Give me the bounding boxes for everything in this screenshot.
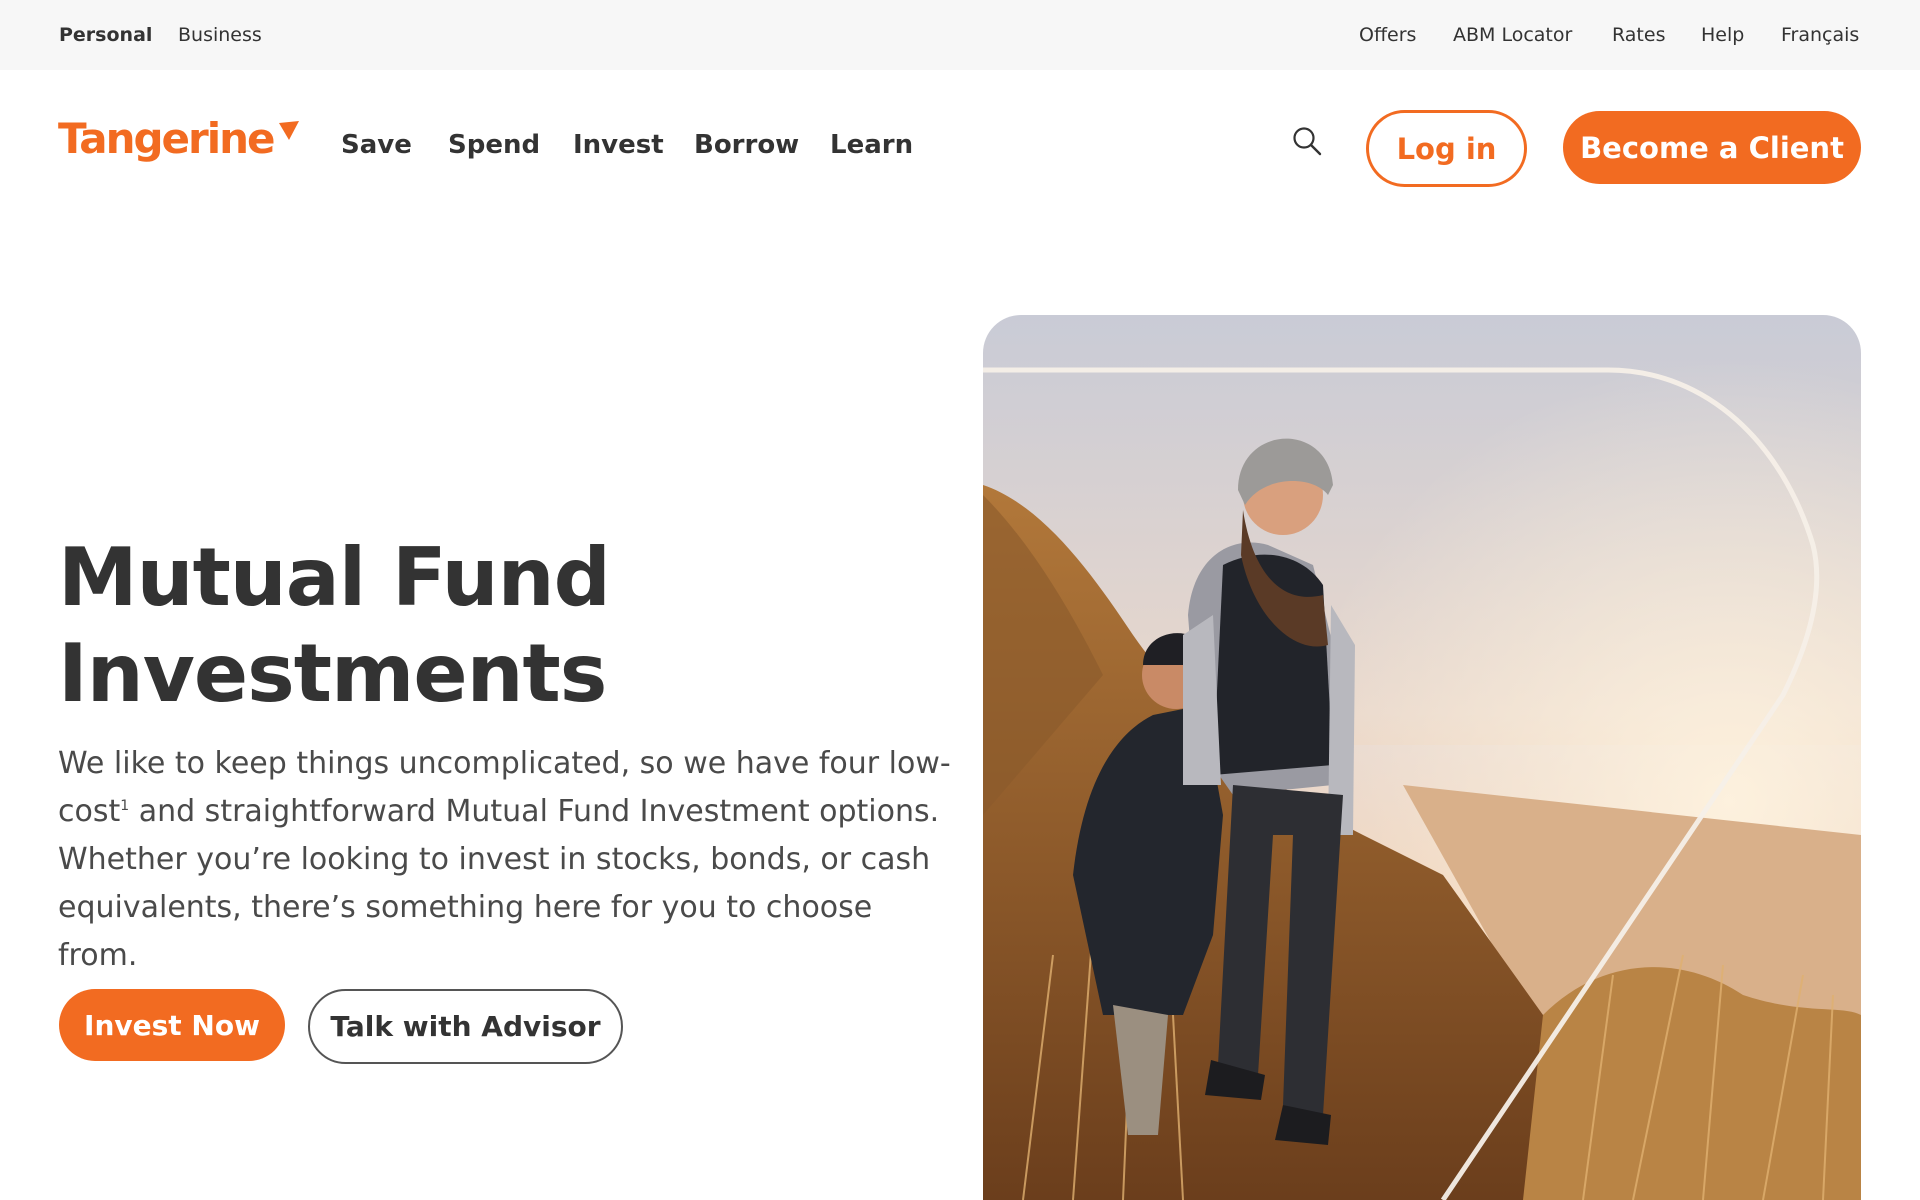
hero-photo [983,315,1861,1200]
hero-text-part-2: and straightforward Mutual Fund Investme… [58,794,940,973]
invest-now-button[interactable]: Invest Now [59,989,285,1061]
utility-link-business[interactable]: Business [178,24,262,46]
footnote-marker[interactable]: 1 [120,798,129,814]
utility-link-personal[interactable]: Personal [59,24,152,46]
hikers-on-beach-illustration [983,315,1861,1200]
page-title: Mutual Fund Investments [58,530,938,722]
nav-invest[interactable]: Invest [573,130,664,160]
login-button[interactable]: Log in [1366,110,1527,187]
logo-wordmark: Tangerine [58,114,276,163]
nav-learn[interactable]: Learn [830,130,913,160]
utility-link-help[interactable]: Help [1701,24,1744,46]
logo-mark-icon [279,121,299,140]
nav-save[interactable]: Save [341,130,412,160]
nav-borrow[interactable]: Borrow [694,130,799,160]
nav-spend[interactable]: Spend [448,130,540,160]
search-icon[interactable] [1292,126,1322,156]
utility-bar: Personal Business Offers ABM Locator Rat… [0,0,1920,70]
utility-link-rates[interactable]: Rates [1612,24,1665,46]
utility-link-abm-locator[interactable]: ABM Locator [1453,24,1572,46]
talk-with-advisor-button[interactable]: Talk with Advisor [308,989,623,1064]
become-client-button[interactable]: Become a Client [1563,111,1861,184]
main-header: Tangerine Save Spend Invest Borrow Learn… [0,70,1920,220]
tangerine-logo[interactable]: Tangerine [58,114,299,164]
utility-link-francais[interactable]: Français [1781,24,1859,46]
title-line-2: Investments [58,627,607,720]
utility-link-offers[interactable]: Offers [1359,24,1416,46]
hero-description: We like to keep things uncomplicated, so… [58,740,958,980]
title-line-1: Mutual Fund [58,531,611,624]
